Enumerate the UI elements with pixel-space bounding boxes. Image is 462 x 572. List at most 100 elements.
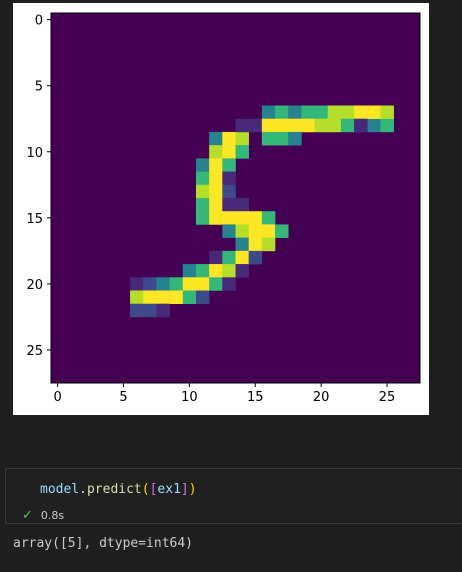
code-paren-close: ) <box>188 482 197 497</box>
heatmap-pixel <box>248 224 263 238</box>
heatmap-pixel <box>261 131 276 146</box>
heatmap-pixel <box>340 118 355 133</box>
y-tick-label: 5 <box>35 80 43 95</box>
heatmap-pixel <box>314 118 329 133</box>
heatmap-pixel <box>235 118 249 133</box>
heatmap-pixel <box>209 264 223 278</box>
heatmap-pixel <box>130 303 144 318</box>
heatmap-pixel <box>261 118 276 133</box>
heatmap-pixel <box>195 158 210 172</box>
heatmap-pixel <box>301 118 315 133</box>
heatmap-pixel <box>327 118 342 133</box>
heatmap-pixel <box>222 171 236 186</box>
heatmap-pixel <box>288 118 302 133</box>
heatmap-pixel <box>288 131 302 146</box>
x-tick-label: 20 <box>313 390 330 405</box>
execution-status: ✓ 0.8s <box>22 508 64 523</box>
heatmap-pixel <box>248 118 263 133</box>
heatmap-pixel <box>222 224 236 238</box>
heatmap-pixel <box>169 290 184 305</box>
heatmap-pixel <box>367 118 381 133</box>
heatmap-pixel <box>222 250 236 265</box>
heatmap-pixel <box>195 290 210 305</box>
heatmap-pixel <box>261 237 276 252</box>
x-tick-label: 15 <box>247 390 264 405</box>
check-icon: ✓ <box>22 508 33 523</box>
heatmap-pixel <box>275 118 289 133</box>
heatmap-pixel <box>248 237 263 252</box>
heatmap-pixel <box>182 264 197 278</box>
heatmap-pixel <box>275 105 289 120</box>
heatmap-pixel <box>143 290 157 305</box>
heatmap-pixel <box>209 277 223 291</box>
heatmap-pixel <box>235 264 249 278</box>
x-tick-label: 0 <box>53 390 61 405</box>
heatmap-pixel <box>354 105 368 120</box>
heatmap-pixel <box>209 198 223 212</box>
heatmap-pixel <box>261 224 276 238</box>
heatmap-pixel <box>182 277 197 291</box>
heatmap-pixel <box>301 105 315 120</box>
heatmap-pixel <box>222 277 236 291</box>
heatmap-pixel <box>248 250 263 265</box>
heatmap-pixel <box>143 277 157 291</box>
heatmap-pixel <box>314 105 329 120</box>
heatmap-pixel <box>130 277 144 291</box>
code-paren-open: ( <box>141 482 150 497</box>
heatmap-pixel <box>209 184 223 199</box>
digit-heatmap: 0 5 10 15 20 25 0 5 10 15 20 25 <box>26 12 421 405</box>
heatmap-pixel <box>169 277 184 291</box>
output-image: 0 5 10 15 20 25 0 5 10 15 20 25 <box>13 3 429 415</box>
code-cell[interactable]: model.predict([ex1]) ✓ 0.8s <box>5 468 462 524</box>
heatmap-pixel <box>235 131 249 146</box>
heatmap-pixel <box>340 105 355 120</box>
heatmap-pixel <box>222 158 236 172</box>
heatmap-pixel <box>235 211 249 225</box>
heatmap-pixel <box>235 224 249 238</box>
heatmap-pixel <box>209 171 223 186</box>
code-line[interactable]: model.predict([ex1]) <box>40 482 197 497</box>
heatmap-pixel <box>156 290 170 305</box>
heatmap-pixel <box>195 198 210 212</box>
x-tick-label: 10 <box>181 390 198 405</box>
heatmap-pixel <box>261 211 276 225</box>
heatmap-pixel <box>156 277 170 291</box>
heatmap-pixel <box>235 237 249 252</box>
y-tick-label: 15 <box>26 212 43 227</box>
heatmap-pixel <box>222 184 236 199</box>
heatmap-pixel <box>222 198 236 212</box>
execution-time: 0.8s <box>40 509 65 522</box>
x-tick-label: 5 <box>119 390 127 405</box>
code-dot: . <box>79 482 87 497</box>
cell-output-text: array([5], dtype=int64) <box>13 536 194 551</box>
heatmap-pixel <box>195 277 210 291</box>
heatmap-pixel <box>143 303 157 318</box>
heatmap-pixel <box>354 118 368 133</box>
heatmap-pixel <box>275 224 289 238</box>
heatmap-pixel <box>380 118 394 133</box>
y-tick-label: 20 <box>26 278 43 293</box>
heatmap-pixel <box>222 145 236 159</box>
code-argument: ex1 <box>157 482 181 497</box>
heatmap-pixel <box>195 184 210 199</box>
heatmap-pixel <box>222 131 236 146</box>
heatmap-pixel <box>209 211 223 225</box>
y-tick-label: 0 <box>35 14 43 29</box>
heatmap-pixel <box>195 211 210 225</box>
heatmap-pixel <box>367 105 381 120</box>
heatmap-pixel <box>235 250 249 265</box>
heatmap-pixel <box>222 264 236 278</box>
heatmap-pixel <box>380 105 394 120</box>
y-tick-label: 10 <box>26 146 43 161</box>
heatmap-pixel <box>327 105 342 120</box>
code-method: predict <box>86 482 142 497</box>
x-tick-label: 25 <box>379 390 396 405</box>
code-bracket-close: ] <box>180 482 189 497</box>
heatmap-pixel <box>235 145 249 159</box>
heatmap-pixel <box>195 264 210 278</box>
heatmap-pixel <box>182 290 197 305</box>
heatmap-pixel <box>209 131 223 146</box>
heatmap-pixel <box>130 290 144 305</box>
code-object: model <box>40 482 80 497</box>
heatmap-pixel <box>261 105 276 120</box>
